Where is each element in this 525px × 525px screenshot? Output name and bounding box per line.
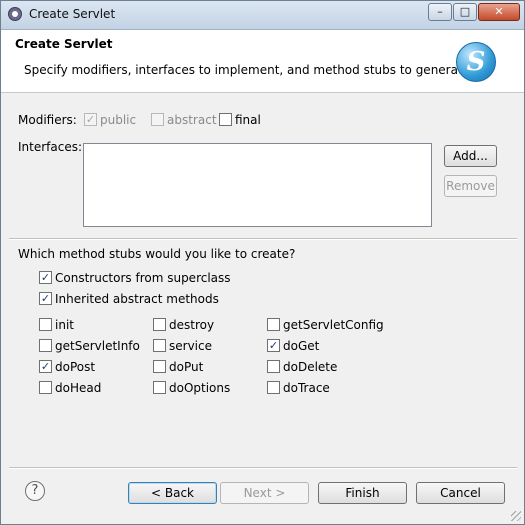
inherited-checkbox[interactable]: ✓ <box>39 292 52 305</box>
servlet-s-icon: S <box>456 42 496 82</box>
dodelete-checkbox[interactable] <box>267 360 280 373</box>
resize-grip[interactable] <box>511 511 521 521</box>
eclipse-app-icon <box>8 7 22 21</box>
cancel-button[interactable]: Cancel <box>416 482 505 504</box>
abstract-label: abstract <box>167 113 217 127</box>
maximize-button[interactable]: □ <box>453 3 477 21</box>
init-label: init <box>55 318 74 332</box>
inherited-label: Inherited abstract methods <box>55 292 219 306</box>
dooptions-checkbox[interactable] <box>153 381 166 394</box>
init-checkbox[interactable] <box>39 318 52 331</box>
minimize-button[interactable]: – <box>428 3 452 21</box>
wizard-header: Create Servlet Specify modifiers, interf… <box>1 30 524 93</box>
getservletinfo-label: getServletInfo <box>55 339 140 353</box>
doput-label: doPut <box>169 360 204 374</box>
dotrace-label: doTrace <box>283 381 330 395</box>
service-label: service <box>169 339 212 353</box>
getservletconfig-label: getServletConfig <box>283 318 384 332</box>
footer-separator <box>9 467 517 469</box>
constructors-label: Constructors from superclass <box>55 271 231 285</box>
final-checkbox[interactable] <box>219 113 232 126</box>
service-checkbox[interactable] <box>153 339 166 352</box>
dohead-label: doHead <box>55 381 102 395</box>
final-label: final <box>235 113 261 127</box>
page-description: Specify modifiers, interfaces to impleme… <box>24 63 474 77</box>
destroy-label: destroy <box>169 318 215 332</box>
finish-button[interactable]: Finish <box>318 482 407 504</box>
abstract-checkbox[interactable] <box>151 113 164 126</box>
dotrace-checkbox[interactable] <box>267 381 280 394</box>
public-checkbox[interactable]: ✓ <box>84 113 97 126</box>
stubs-question: Which method stubs would you like to cre… <box>18 247 296 261</box>
modifiers-label: Modifiers: <box>18 113 77 127</box>
doget-label: doGet <box>283 339 320 353</box>
doput-checkbox[interactable] <box>153 360 166 373</box>
dooptions-label: doOptions <box>169 381 231 395</box>
next-button[interactable]: Next > <box>220 482 309 504</box>
window-title: Create Servlet <box>29 7 116 21</box>
dodelete-label: doDelete <box>283 360 338 374</box>
help-icon[interactable]: ? <box>25 481 45 501</box>
interfaces-list[interactable] <box>83 143 432 227</box>
destroy-checkbox[interactable] <box>153 318 166 331</box>
close-button[interactable]: ✕ <box>478 3 520 21</box>
public-label: public <box>100 113 137 127</box>
getservletconfig-checkbox[interactable] <box>267 318 280 331</box>
add-interface-button[interactable]: Add... <box>444 145 497 167</box>
constructors-checkbox[interactable]: ✓ <box>39 271 52 284</box>
section-separator <box>9 238 517 240</box>
interfaces-label: Interfaces: <box>18 140 83 154</box>
dopost-checkbox[interactable]: ✓ <box>39 360 52 373</box>
dohead-checkbox[interactable] <box>39 381 52 394</box>
doget-checkbox[interactable]: ✓ <box>267 339 280 352</box>
create-servlet-dialog: Create Servlet – □ ✕ Create Servlet Spec… <box>0 0 525 525</box>
title-bar: Create Servlet – □ ✕ <box>1 1 524 30</box>
back-button[interactable]: < Back <box>128 482 217 504</box>
dopost-label: doPost <box>55 360 96 374</box>
remove-interface-button[interactable]: Remove <box>444 175 497 197</box>
getservletinfo-checkbox[interactable] <box>39 339 52 352</box>
page-title: Create Servlet <box>15 37 113 51</box>
